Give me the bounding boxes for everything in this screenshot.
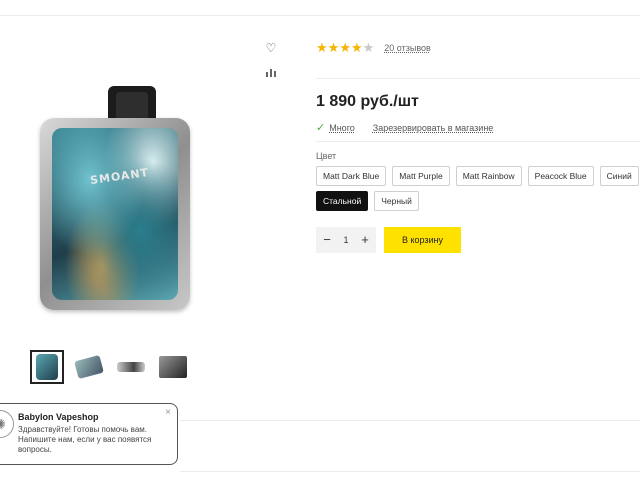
add-to-cart-button[interactable]: В корзину [384, 227, 461, 253]
color-option[interactable]: Черный [374, 191, 419, 211]
color-options: Matt Dark Blue Matt Purple Matt Rainbow … [316, 166, 640, 211]
chat-popup[interactable]: ✺ Babylon Vapeshop Здравствуйте! Готовы … [0, 403, 178, 465]
stock-status: ✓ Много Зарезервировать в магазине [316, 121, 493, 134]
quantity-stepper: − 1 + [316, 227, 376, 253]
bar-chart-icon[interactable] [264, 66, 278, 80]
top-divider [0, 15, 640, 16]
color-option[interactable]: Peacock Blue [527, 166, 594, 186]
chat-message: Здравствуйте! Готовы помочь вам. Напишит… [18, 425, 152, 454]
thumbnail-2[interactable] [72, 350, 106, 384]
heart-icon[interactable]: ♡ [264, 41, 278, 55]
chat-avatar: ✺ [0, 410, 14, 438]
rating: ★ ★ ★ ★ ★ 20 отзывов [316, 41, 431, 54]
star-icon: ★ [327, 40, 340, 55]
product-price: 1 890 руб./шт [316, 93, 419, 110]
thumbnail-1[interactable] [30, 350, 64, 384]
star-icon: ★ [339, 40, 351, 55]
divider [180, 471, 640, 472]
divider [316, 78, 640, 79]
device-panel [52, 128, 178, 300]
star-icon: ★ [362, 40, 375, 55]
minus-icon[interactable]: − [320, 227, 334, 253]
color-option[interactable]: Синий [599, 166, 639, 186]
thumbnail-strip [30, 350, 190, 384]
star-icon: ★ [350, 40, 363, 55]
divider [180, 420, 640, 421]
reviews-link[interactable]: 20 отзывов [384, 43, 431, 53]
quantity-value[interactable]: 1 [343, 235, 348, 245]
thumbnail-3[interactable] [114, 350, 148, 384]
thumbnail-4[interactable] [156, 350, 190, 384]
divider [316, 141, 640, 142]
chat-title: Babylon Vapeshop [18, 412, 99, 422]
device-body [40, 118, 190, 310]
product-main-image[interactable]: SMOANT [30, 80, 200, 320]
color-label: Цвет [316, 151, 337, 161]
plus-icon[interactable]: + [358, 227, 372, 253]
color-option-selected[interactable]: Стальной [316, 191, 369, 211]
check-icon: ✓ [316, 122, 326, 134]
color-option[interactable]: Matt Purple [392, 166, 450, 186]
color-option[interactable]: Matt Dark Blue [316, 166, 387, 186]
color-option[interactable]: Matt Rainbow [455, 166, 522, 186]
close-icon[interactable]: × [165, 407, 171, 418]
reserve-in-store-link[interactable]: Зарезервировать в магазине [373, 123, 494, 133]
stock-label[interactable]: Много [329, 123, 355, 133]
star-icon: ★ [316, 40, 328, 55]
